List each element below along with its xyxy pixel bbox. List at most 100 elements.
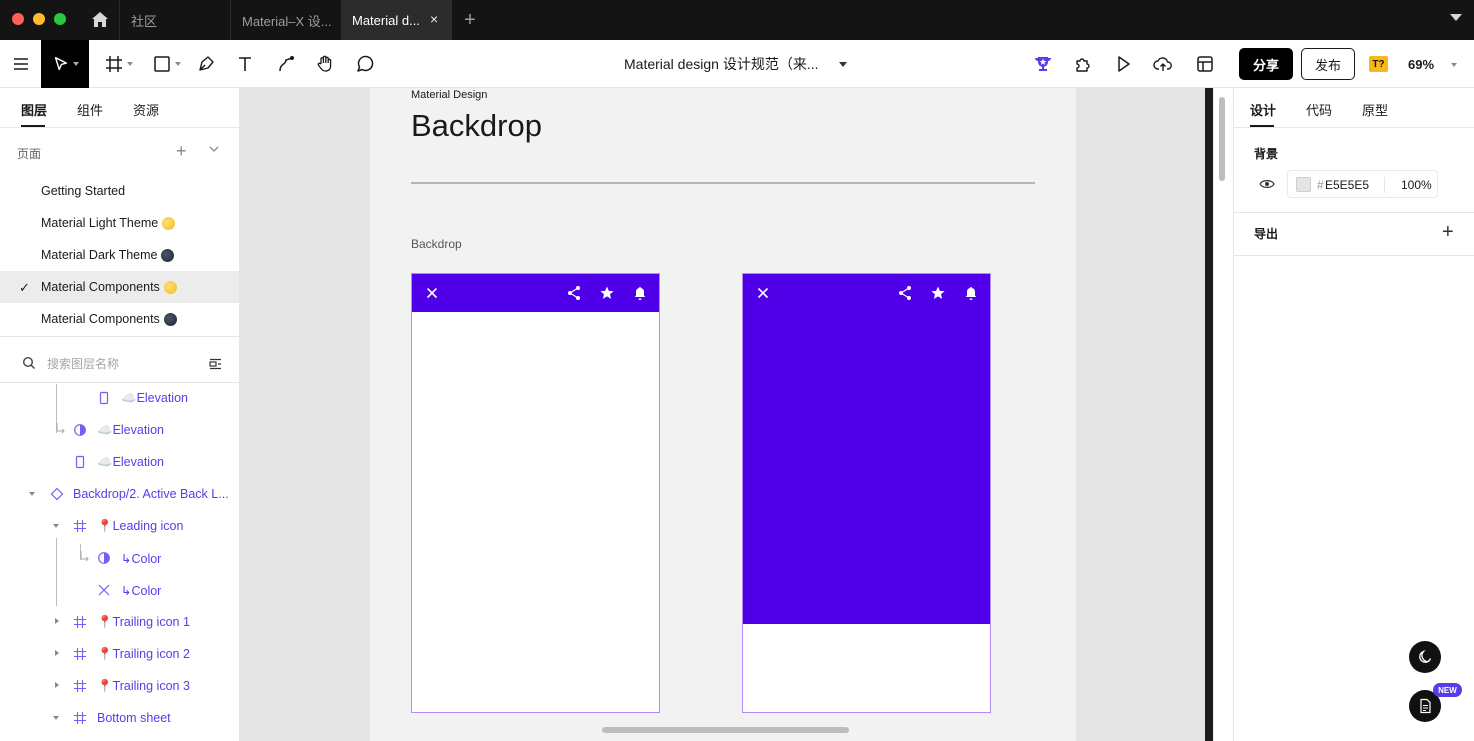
bell-icon[interactable] (632, 285, 648, 301)
add-export-icon[interactable]: + (1442, 222, 1454, 242)
expand-caret-icon[interactable] (55, 682, 59, 688)
layer-label: ☁️Elevation (97, 423, 164, 437)
artboard-frame[interactable]: Material Design Backdrop Backdrop (370, 88, 1076, 741)
text-tool-icon[interactable] (233, 40, 257, 88)
tab-design[interactable]: 设计 (1250, 100, 1276, 119)
zoom-chevron-icon[interactable] (1451, 63, 1457, 67)
page-item[interactable]: Getting Started (0, 175, 239, 207)
expand-caret-icon[interactable] (55, 618, 59, 624)
move-tool-button[interactable] (41, 40, 89, 88)
layer-row[interactable]: ↳Color (0, 542, 239, 574)
horizontal-scrollbar[interactable] (602, 727, 849, 733)
pen-tool-icon[interactable] (194, 40, 218, 88)
layer-filter-icon[interactable] (209, 358, 222, 370)
frame-tool-caret-icon (126, 62, 133, 66)
add-page-icon[interactable]: + (176, 142, 187, 160)
tab-prototype[interactable]: 原型 (1362, 100, 1388, 119)
share-button[interactable]: 分享 (1239, 48, 1293, 80)
zoom-level[interactable]: 69% (1408, 40, 1434, 88)
bell-icon[interactable] (963, 285, 979, 301)
active-tab-indicator (21, 125, 45, 127)
background-section-title: 背景 (1254, 147, 1279, 161)
eye-icon[interactable] (1259, 178, 1275, 190)
layer-row[interactable]: ☁️Elevation (0, 446, 239, 478)
vertical-scrollbar[interactable] (1219, 97, 1225, 181)
collapse-pages-chevron-icon[interactable] (209, 146, 219, 152)
layer-label: 📍Trailing icon 1 (97, 615, 190, 629)
page-item[interactable]: Material Dark Theme (0, 239, 239, 271)
frame-icon (74, 616, 86, 628)
home-icon[interactable] (90, 10, 110, 30)
frame-tool-button[interactable] (100, 40, 136, 88)
expand-caret-icon[interactable] (53, 524, 59, 528)
design-canvas[interactable]: Material Design Backdrop Backdrop (240, 88, 1205, 741)
tab-layers[interactable]: 图层 (21, 100, 47, 119)
tab-assets[interactable]: 资源 (133, 100, 159, 119)
main-toolbar: Material design 设计规范（来... 分享 发布 T? 69% (0, 40, 1474, 99)
page-item[interactable]: Material Light Theme (0, 207, 239, 239)
close-icon[interactable] (424, 285, 440, 301)
layer-row[interactable]: 📍Trailing icon 3 (0, 670, 239, 702)
page-label: Material Dark Theme (41, 248, 158, 262)
color-swatch[interactable] (1296, 177, 1311, 192)
tab-label: 社区 (131, 13, 158, 29)
connector-tool-icon[interactable] (274, 40, 298, 88)
close-window-button[interactable] (12, 13, 24, 25)
expand-caret-icon[interactable] (53, 716, 59, 720)
maximize-window-button[interactable] (54, 13, 66, 25)
canvas-vertical-scroll-track[interactable] (1213, 88, 1233, 741)
plugins-icon[interactable] (1071, 40, 1095, 88)
backdrop-phone-revealed[interactable] (742, 273, 991, 713)
document-title[interactable]: Material design 设计规范（来... (624, 40, 819, 88)
tab-components[interactable]: 组件 (77, 100, 103, 119)
layer-row[interactable]: Bottom sheet (0, 702, 239, 734)
top-app-bar (412, 274, 659, 312)
expand-caret-icon[interactable] (29, 492, 35, 496)
page-item[interactable]: Material Components (0, 303, 239, 335)
layer-row[interactable]: 📍Leading icon (0, 510, 239, 542)
comment-tool-icon[interactable] (353, 40, 377, 88)
layer-row[interactable]: 📍Trailing icon 2 (0, 638, 239, 670)
layer-row[interactable]: 📍Trailing icon 1 (0, 606, 239, 638)
font-missing-badge[interactable]: T? (1369, 56, 1388, 72)
hamburger-menu-icon[interactable] (8, 40, 34, 88)
layer-row[interactable]: ↳Color (0, 574, 239, 606)
minimize-window-button[interactable] (33, 13, 45, 25)
upload-cloud-icon[interactable] (1151, 40, 1175, 88)
frame-subtitle: Material Design (411, 89, 488, 101)
trophy-icon[interactable] (1031, 40, 1055, 88)
hex-value[interactable]: E5E5E5 (1325, 178, 1369, 192)
layer-row[interactable]: Backdrop/2. Active Back L... (0, 478, 239, 510)
layout-panel-icon[interactable] (1193, 40, 1217, 88)
play-prototype-icon[interactable] (1111, 40, 1135, 88)
tab-material-x[interactable]: Material–X 设... (230, 0, 341, 40)
star-icon[interactable] (930, 285, 946, 301)
new-tab-button[interactable]: + (460, 10, 480, 30)
share-icon[interactable] (566, 285, 582, 301)
close-icon[interactable] (755, 285, 771, 301)
tab-material-design[interactable]: Material d... × (341, 0, 452, 40)
expand-caret-icon[interactable] (55, 650, 59, 656)
active-tab-indicator (1250, 125, 1274, 127)
shape-tool-button[interactable] (148, 40, 184, 88)
layer-label: ↳Color (121, 584, 162, 598)
background-color-field[interactable]: # E5E5E5 100% (1287, 170, 1438, 198)
share-icon[interactable] (897, 285, 913, 301)
page-item-selected[interactable]: ✓ Material Components (0, 271, 239, 303)
new-badge: NEW (1433, 683, 1462, 697)
opacity-value[interactable]: 100% (1401, 178, 1432, 192)
close-tab-icon[interactable]: × (430, 12, 442, 26)
tab-code[interactable]: 代码 (1306, 100, 1332, 119)
publish-button[interactable]: 发布 (1301, 48, 1355, 80)
document-menu-chevron-icon[interactable] (839, 62, 847, 67)
dark-mode-toggle-button[interactable] (1409, 641, 1441, 673)
tab-community[interactable]: 社区 (119, 0, 230, 40)
layer-row[interactable]: ☁️Elevation (0, 382, 239, 414)
component-instance-icon (50, 487, 64, 501)
tabs-menu-chevron-icon[interactable] (1450, 14, 1462, 21)
hand-tool-icon[interactable] (313, 40, 337, 88)
star-icon[interactable] (599, 285, 615, 301)
layer-row[interactable]: ☁️Elevation (0, 414, 239, 446)
search-layers-input[interactable] (47, 355, 197, 373)
backdrop-phone-concealed[interactable] (411, 273, 660, 713)
